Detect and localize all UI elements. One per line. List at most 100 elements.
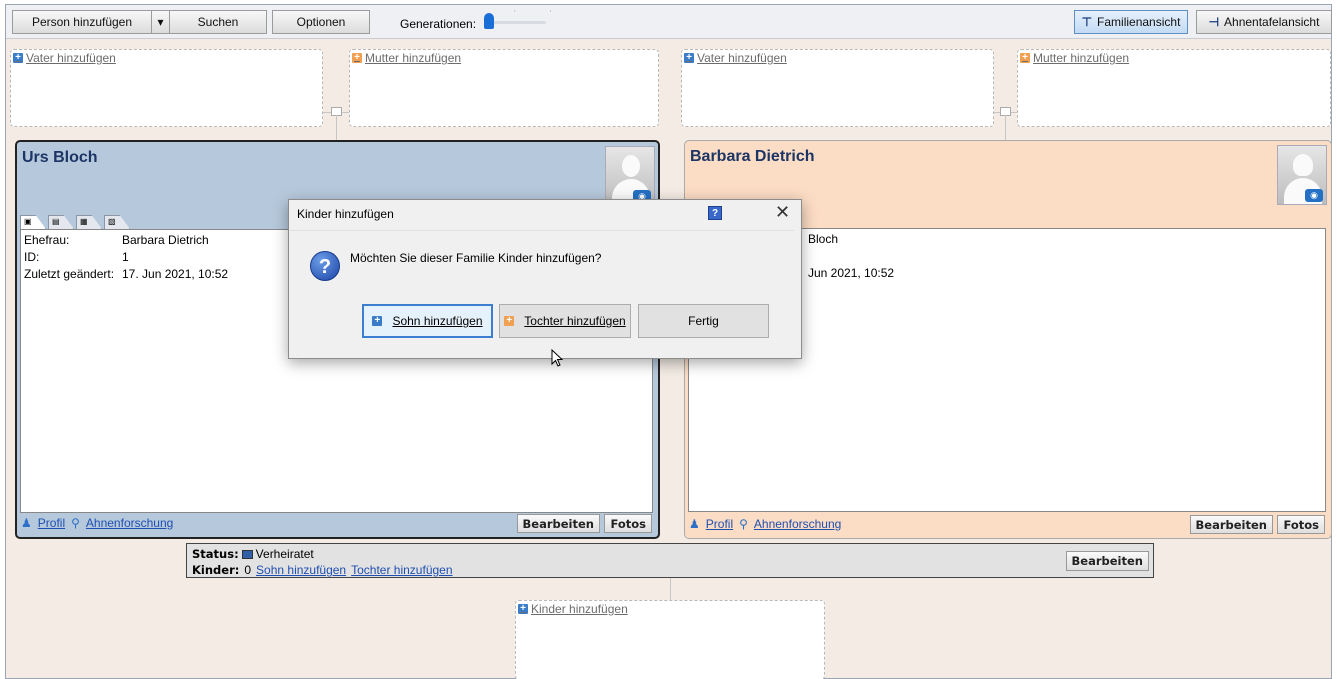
add-person-button[interactable]: Person hinzufügen: [12, 10, 152, 34]
tab-details[interactable]: ▤: [48, 215, 74, 229]
footer-links: ♟ Profil ⚲ Ahnenforschung: [689, 517, 841, 531]
research-link[interactable]: Ahnenforschung: [86, 516, 173, 530]
options-label: Optionen: [296, 15, 346, 29]
plus-icon: +: [372, 316, 383, 326]
avatar-head: [1293, 154, 1313, 176]
family-view-label: Familienansicht: [1097, 15, 1181, 29]
done-button[interactable]: Fertig: [638, 304, 769, 338]
person-icon: ♟: [689, 517, 700, 531]
edit-button[interactable]: Bearbeiten: [516, 514, 600, 533]
parent-drop-right: [1005, 115, 1006, 140]
add-father-box-left[interactable]: + Vater hinzufügen: [10, 49, 323, 127]
person-name: Barbara Dietrich: [690, 148, 815, 165]
profile-link[interactable]: Profil: [706, 517, 733, 531]
add-son-link[interactable]: Sohn hinzufügen: [256, 563, 346, 577]
family-view-button[interactable]: ⊤ Familienansicht: [1074, 10, 1188, 34]
card-footer: ♟ Profil ⚲ Ahnenforschung Bearbeiten Fot…: [20, 514, 653, 534]
detail-value: Jun 2021, 10:52: [808, 266, 895, 280]
add-son-button[interactable]: + Sohn hinzufügen: [362, 304, 493, 338]
photos-button[interactable]: Fotos: [604, 514, 652, 533]
add-mother-link-left[interactable]: + Mutter hinzufügen: [352, 51, 461, 65]
camera-icon[interactable]: ◉: [1305, 189, 1323, 202]
status-line: Status: Verheiratet: [192, 547, 314, 561]
add-father-link-right[interactable]: + Vater hinzufügen: [684, 51, 787, 65]
plus-icon: +: [1020, 53, 1030, 63]
options-button[interactable]: Optionen: [272, 10, 370, 34]
toolbar: Person hinzufügen ▾ Suchen Optionen Gene…: [6, 5, 1332, 39]
card-footer: ♟ Profil ⚲ Ahnenforschung Bearbeiten Fot…: [688, 515, 1326, 535]
parent-drop-left: [336, 115, 337, 140]
detail-row: ID: 1: [24, 250, 129, 264]
add-son-label: Sohn hinzufügen: [392, 314, 483, 328]
detail-value: 17. Jun 2021, 10:52: [122, 267, 229, 281]
search-label: Suchen: [197, 15, 239, 29]
person-name: Urs Bloch: [22, 149, 98, 166]
dialog-message: Möchten Sie dieser Familie Kinder hinzuf…: [350, 251, 602, 265]
detail-value: 1: [122, 250, 129, 264]
close-icon[interactable]: ✕: [775, 202, 790, 223]
children-count: 0: [244, 563, 252, 577]
add-children-label: Kinder hinzufügen: [531, 602, 628, 616]
pedigree-view-label: Ahnentafelansicht: [1224, 15, 1320, 29]
detail-key: ID:: [24, 250, 40, 264]
children-label: Kinder:: [192, 563, 240, 577]
footer-links: ♟ Profil ⚲ Ahnenforschung: [21, 516, 173, 530]
add-children-box[interactable]: + Kinder hinzufügen: [515, 600, 825, 679]
male-avatar[interactable]: ◉: [605, 146, 655, 206]
photos-button[interactable]: Fotos: [1277, 515, 1325, 534]
mouse-cursor-icon: [551, 349, 563, 367]
children-connector: [670, 578, 671, 600]
research-link[interactable]: Ahnenforschung: [754, 517, 841, 531]
add-person-label: Person hinzufügen: [31, 15, 133, 29]
add-mother-link-right[interactable]: + Mutter hinzufügen: [1020, 51, 1129, 65]
magnifier-icon: ⚲: [71, 516, 80, 530]
search-button[interactable]: Suchen: [169, 10, 267, 34]
add-person-dropdown-button[interactable]: ▾: [151, 10, 170, 34]
plus-icon: +: [504, 316, 515, 326]
person-icon: ♟: [21, 516, 32, 530]
status-edit-button[interactable]: Bearbeiten: [1065, 551, 1149, 571]
add-father-link-left[interactable]: + Vater hinzufügen: [13, 51, 116, 65]
add-daughter-label: Tochter hinzufügen: [524, 314, 626, 328]
add-children-dialog: Kinder hinzufügen ? ✕ ? Möchten Sie dies…: [288, 199, 802, 359]
add-children-link[interactable]: + Kinder hinzufügen: [518, 602, 628, 616]
add-father-label: Vater hinzufügen: [26, 51, 116, 65]
add-mother-label: Mutter hinzufügen: [1033, 51, 1130, 65]
add-daughter-link[interactable]: Tochter hinzufügen: [351, 563, 452, 577]
edit-button[interactable]: Bearbeiten: [1189, 515, 1273, 534]
children-line: Kinder: 0 Sohn hinzufügen Tochter hinzuf…: [192, 563, 453, 577]
tab-events[interactable]: ▧: [104, 215, 130, 229]
detail-row: Ehefrau: Barbara Dietrich: [24, 233, 209, 247]
female-avatar[interactable]: ◉: [1277, 145, 1327, 205]
generations-label: Generationen:: [400, 17, 477, 31]
detail-key: Zuletzt geändert:: [24, 267, 115, 281]
tab-family[interactable]: ▦: [76, 215, 102, 229]
family-tree-icon: ⊤: [1081, 15, 1093, 29]
question-icon: ?: [310, 251, 340, 281]
tab-overview[interactable]: ▣: [20, 215, 46, 229]
generations-slider-handle[interactable]: [484, 13, 494, 29]
magnifier-icon: ⚲: [739, 517, 748, 531]
pedigree-icon: ⊣: [1208, 15, 1220, 29]
profile-link[interactable]: Profil: [38, 516, 65, 530]
add-mother-label: Mutter hinzufügen: [365, 51, 462, 65]
detail-key: Ehefrau:: [24, 233, 70, 247]
card-tabs: ▣ ▤ ▦ ▧: [20, 215, 130, 229]
add-mother-box-right[interactable]: + Mutter hinzufügen: [1017, 49, 1331, 127]
plus-icon: +: [352, 53, 362, 63]
add-daughter-button[interactable]: + Tochter hinzufügen: [499, 304, 631, 338]
add-mother-box-left[interactable]: + Mutter hinzufügen: [349, 49, 659, 127]
chevron-down-icon: ▾: [157, 15, 164, 29]
add-father-box-right[interactable]: + Vater hinzufügen: [681, 49, 994, 127]
detail-row: Bloch: [808, 232, 838, 246]
status-label: Status:: [192, 547, 239, 561]
help-icon[interactable]: ?: [708, 206, 722, 220]
family-status-bar: Status: Verheiratet Kinder: 0 Sohn hinzu…: [186, 543, 1154, 578]
plus-icon: +: [684, 53, 694, 63]
detail-row: Zuletzt geändert: 17. Jun 2021, 10:52: [24, 267, 228, 281]
status-value: Verheiratet: [255, 547, 314, 561]
detail-row: Jun 2021, 10:52: [808, 266, 894, 280]
pedigree-view-button[interactable]: ⊣ Ahnentafelansicht: [1196, 10, 1332, 34]
dialog-title: Kinder hinzufügen: [297, 207, 394, 221]
marriage-icon: [241, 549, 253, 559]
